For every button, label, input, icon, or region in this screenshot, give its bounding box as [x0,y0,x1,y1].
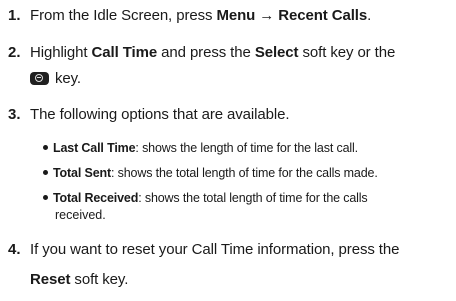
select-term: Select [254,44,299,61]
bullet-desc: : shows the total length of time for the… [111,166,378,180]
step-number: 4. [8,241,21,258]
recent-calls-term: Recent Calls [278,7,368,24]
step-text-line2: key. [30,70,81,88]
bullet-item: Total Received: shows the total length o… [43,191,368,206]
step-text-line2: Reset soft key. [30,271,128,289]
step-text: The following options that are available… [30,106,290,123]
instruction-page: 1. From the Idle Screen, press Menu → Re… [0,0,456,301]
bullet-desc: : shows the total length of time for the… [138,191,368,205]
text-run: soft key or the [298,44,396,61]
call-time-term: Call Time [91,44,158,61]
bullet-continuation: received. [55,208,106,222]
bullet-desc: : shows the length of time for the last … [135,141,358,155]
text-run: . [367,7,372,24]
text-run: soft key. [70,271,129,288]
text-run: and press the [157,44,255,61]
step-number: 3. [8,106,21,123]
bullet-term: Last Call Time [53,141,136,155]
bullet-dot [43,170,48,176]
menu-term: Menu [216,7,256,24]
bullet-term: Total Sent [53,166,111,180]
step-text: If you want to reset your Call Time info… [30,241,400,258]
text-run: key. [55,70,81,87]
select-key-icon [30,71,49,85]
step-text: Highlight Call Time and press the Select… [30,44,395,62]
bullet-dot [43,145,48,151]
step-number: 2. [8,44,21,61]
text-run: Highlight [30,44,92,61]
bullet-dot [43,195,48,201]
bullet-item: Total Sent: shows the total length of ti… [43,166,378,181]
bullet-term: Total Received [53,191,139,205]
arrow-glyph: → [255,7,279,24]
text-run: From the Idle Screen, press [30,7,217,24]
bullet-item: Last Call Time: shows the length of time… [43,141,358,156]
reset-term: Reset [30,271,71,288]
step-number: 1. [8,7,21,24]
step-text: From the Idle Screen, press Menu → Recen… [30,7,371,25]
